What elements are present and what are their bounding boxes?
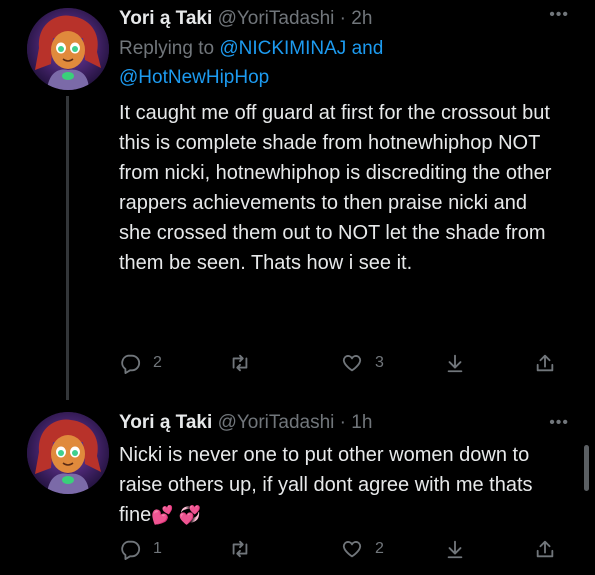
replying-and-link[interactable]: and	[346, 38, 384, 59]
scrollbar[interactable]	[584, 445, 589, 491]
retweet-icon	[232, 354, 248, 372]
timestamp[interactable]: 2h	[351, 8, 372, 29]
like-icon	[342, 355, 362, 372]
display-name[interactable]: Yori ą Taki	[119, 8, 212, 29]
retweet-button[interactable]	[229, 352, 263, 374]
download-button[interactable]	[444, 538, 466, 560]
separator: ·	[339, 412, 346, 433]
more-icon[interactable]: •••	[549, 6, 569, 24]
tweet-header: Yori ą Taki @YoriTadashi · 2h	[119, 6, 555, 32]
like-button[interactable]: 2	[341, 538, 384, 560]
share-button[interactable]	[534, 538, 556, 560]
avatar[interactable]	[27, 412, 109, 494]
heart-emoji: 💕 💞	[151, 505, 202, 525]
reply-icon	[121, 354, 141, 374]
retweet-button[interactable]	[229, 538, 263, 560]
avatar[interactable]	[27, 8, 109, 90]
download-button[interactable]	[444, 352, 466, 374]
download-icon	[447, 540, 463, 559]
share-icon	[536, 354, 554, 372]
reply-count: 2	[153, 354, 162, 371]
like-count: 2	[375, 540, 384, 557]
retweet-icon	[232, 540, 248, 558]
tweet[interactable]: Yori ą Taki @YoriTadashi · 2h Replying t…	[0, 0, 595, 400]
reply-count: 1	[153, 540, 162, 557]
mention-link[interactable]: @NICKIMINAJ	[219, 38, 346, 59]
replying-to-prefix: Replying to	[119, 38, 220, 59]
reply-button[interactable]: 2	[119, 352, 162, 374]
tweet[interactable]: Yori ą Taki @YoriTadashi · 1h Nicki is n…	[0, 400, 595, 575]
download-icon	[447, 354, 463, 373]
like-count: 3	[375, 354, 384, 371]
tweet-actions: 1 2	[119, 538, 559, 568]
separator: ·	[339, 8, 346, 29]
tweet-actions: 2 3	[119, 352, 559, 382]
like-icon	[342, 541, 362, 558]
thread-connector	[66, 96, 69, 400]
like-button[interactable]: 3	[341, 352, 384, 374]
reply-button[interactable]: 1	[119, 538, 162, 560]
share-icon	[536, 540, 554, 558]
reply-icon	[121, 540, 141, 560]
mention-link[interactable]: @HotNewHipHop	[119, 67, 269, 88]
handle[interactable]: @YoriTadashi	[218, 8, 335, 29]
tweet-text: Nicki is never one to put other women do…	[119, 440, 555, 530]
handle[interactable]: @YoriTadashi	[218, 412, 335, 433]
display-name[interactable]: Yori ą Taki	[119, 412, 212, 433]
more-icon[interactable]: •••	[549, 414, 569, 432]
tweet-text: It caught me off guard at first for the …	[119, 102, 552, 274]
timestamp[interactable]: 1h	[351, 412, 372, 433]
replying-to: Replying to @NICKIMINAJ and @HotNewHipHo…	[119, 34, 555, 92]
share-button[interactable]	[534, 352, 556, 374]
tweet-header: Yori ą Taki @YoriTadashi · 1h	[119, 410, 555, 436]
